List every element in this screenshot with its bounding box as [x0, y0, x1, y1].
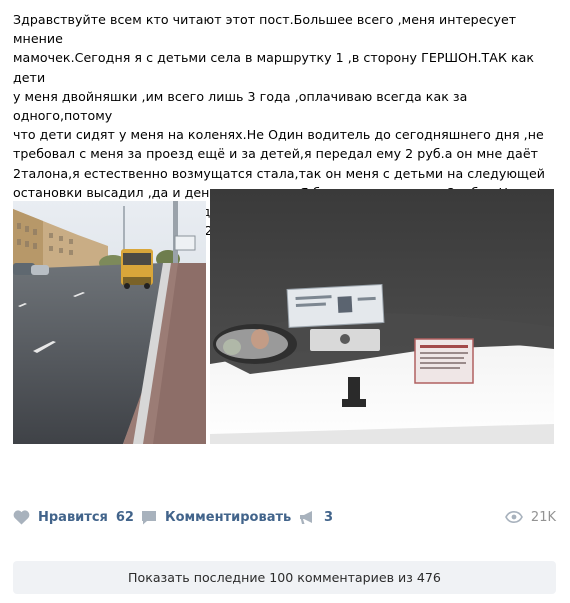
views-count: 21K [530, 509, 556, 525]
show-more-comments-label: Показать последние 100 комментариев из 4… [128, 570, 441, 585]
heart-icon [13, 509, 30, 525]
share-count: 3 [324, 509, 334, 525]
photo-minibus-interior[interactable] [210, 189, 554, 444]
like-count: 62 [115, 509, 134, 525]
megaphone-icon [299, 510, 316, 525]
eye-icon [505, 511, 523, 523]
show-more-comments-button[interactable]: Показать последние 100 комментариев из 4… [13, 561, 556, 594]
interior-photo-image [210, 189, 554, 444]
like-button[interactable]: Нравится 62 [13, 503, 134, 531]
post-actions-bar: Нравится 62 Комментировать 3 21K [13, 503, 556, 531]
views-counter: 21K [505, 503, 556, 531]
photo-street-minibus[interactable] [13, 201, 206, 444]
comment-button[interactable]: Комментировать [141, 503, 291, 531]
share-button[interactable]: 3 [299, 503, 333, 531]
speech-bubble-icon [141, 510, 157, 525]
like-label: Нравится [38, 509, 108, 525]
comment-label: Комментировать [165, 509, 292, 525]
street-photo-image [13, 201, 206, 444]
